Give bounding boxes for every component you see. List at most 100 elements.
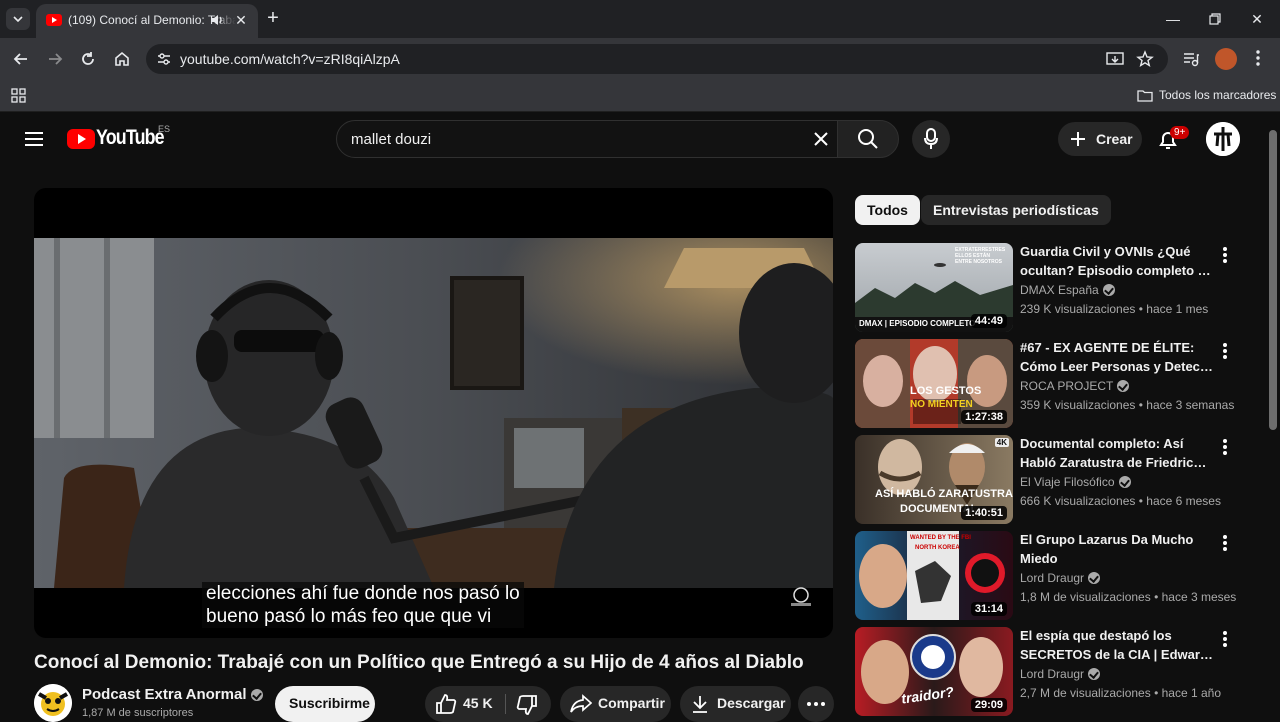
tab-close-icon[interactable]: ✕ (232, 11, 250, 29)
verified-badge-icon (1088, 668, 1101, 680)
install-app-icon[interactable] (1106, 51, 1124, 67)
video-thumbnail[interactable]: traidor? 29:09 (855, 627, 1013, 716)
more-options-icon[interactable] (1217, 437, 1233, 457)
channel-name[interactable]: Lord Draugr (1020, 571, 1101, 585)
profile-avatar[interactable] (1215, 48, 1237, 70)
close-window-button[interactable]: ✕ (1246, 8, 1268, 30)
page-scrollbar[interactable] (1266, 112, 1280, 720)
maximize-button[interactable] (1204, 8, 1226, 30)
chip-todos[interactable]: Todos (855, 195, 920, 225)
recommended-video[interactable]: traidor? 29:09 El espía que destapó los S… (855, 627, 1255, 717)
channel-name[interactable]: Podcast Extra Anormal (82, 686, 263, 703)
site-info-icon[interactable] (156, 51, 172, 67)
title-line-2[interactable]: Habló Zaratustra de Friedrich ... (1020, 453, 1214, 472)
minimize-button[interactable]: — (1162, 8, 1184, 30)
video-thumbnail[interactable]: DMAX | EPISODIO COMPLETO EXTRATERRESTRES… (855, 243, 1013, 332)
title-line-1[interactable]: El Grupo Lazarus Da Mucho (1020, 530, 1214, 549)
share-label: Compartir (598, 695, 665, 711)
more-options-icon[interactable] (1217, 341, 1233, 361)
youtube-logo-text[interactable]: YouTube (96, 126, 165, 150)
title-line-2[interactable]: Miedo (1020, 549, 1214, 568)
chip-entrevistas[interactable]: Entrevistas periodísticas (921, 195, 1111, 225)
clear-search-icon[interactable] (813, 131, 829, 147)
all-bookmarks-link[interactable]: Todos los marcadores (1159, 88, 1276, 102)
tab-search-button[interactable] (6, 8, 30, 30)
more-options-icon[interactable] (1217, 533, 1233, 553)
browser-menu-icon[interactable] (1256, 49, 1260, 67)
video-thumbnail[interactable]: WANTED BY THE FBI NORTH KOREA 31:14 (855, 531, 1013, 620)
url-text[interactable]: youtube.com/watch?v=zRI8qiAlzpA (180, 51, 400, 67)
like-count: 45 K (463, 695, 493, 711)
title-line-1[interactable]: #67 - EX AGENTE DE ÉLITE: (1020, 338, 1214, 357)
title-line-1[interactable]: Guardia Civil y OVNIs ¿Qué (1020, 242, 1214, 261)
more-options-icon[interactable] (1217, 629, 1233, 649)
video-meta: 2,7 M de visualizaciones • hace 1 año (1020, 686, 1221, 700)
bookmark-star-icon[interactable] (1136, 50, 1154, 68)
share-button[interactable]: Compartir (560, 686, 671, 722)
thumbnail-text: LOS GESTOS (910, 385, 982, 397)
search-query[interactable]: mallet douzi (351, 131, 431, 148)
download-button[interactable]: Descargar (680, 686, 791, 722)
like-button[interactable]: 45 K (425, 686, 505, 722)
recommended-video[interactable]: 4K ASÍ HABLÓ ZARATUSTRA DOCUMENTAL 1:40:… (855, 435, 1255, 525)
more-options-icon[interactable] (1217, 245, 1233, 265)
voice-search-button[interactable] (912, 120, 950, 158)
verified-badge-icon (1102, 284, 1115, 296)
channel-name-text[interactable]: Lord Draugr (1020, 667, 1084, 681)
account-avatar[interactable] (1206, 122, 1240, 156)
verified-badge-icon (1088, 572, 1101, 584)
reload-button[interactable] (77, 48, 99, 70)
video-title[interactable]: Guardia Civil y OVNIs ¿Qué ocultan? Episo… (1020, 242, 1214, 280)
channel-name[interactable]: DMAX España (1020, 283, 1115, 297)
new-tab-button[interactable]: + (262, 8, 284, 30)
channel-name-text[interactable]: ROCA PROJECT (1020, 379, 1113, 393)
media-controls-icon[interactable] (1182, 50, 1200, 68)
forward-button[interactable] (44, 48, 66, 70)
search-input[interactable]: mallet douzi (336, 120, 838, 158)
video-frame[interactable] (34, 238, 833, 588)
search-button[interactable] (837, 120, 899, 158)
recommended-video[interactable]: WANTED BY THE FBI NORTH KOREA 31:14 El G… (855, 531, 1255, 621)
thumbnail-text-2: NORTH KOREA (915, 545, 960, 551)
title-line-2[interactable]: ocultan? Episodio completo de... (1020, 261, 1214, 280)
home-button[interactable] (111, 48, 133, 70)
video-thumbnail[interactable]: 4K ASÍ HABLÓ ZARATUSTRA DOCUMENTAL 1:40:… (855, 435, 1013, 524)
video-thumbnail[interactable]: LOS GESTOS NO MIENTEN 1:27:38 (855, 339, 1013, 428)
channel-watermark-icon[interactable] (786, 586, 816, 608)
hamburger-menu-icon[interactable] (24, 131, 44, 147)
recommended-video[interactable]: DMAX | EPISODIO COMPLETO EXTRATERRESTRES… (855, 243, 1255, 333)
notification-count-badge: 9+ (1170, 126, 1190, 139)
channel-name-text[interactable]: Lord Draugr (1020, 571, 1084, 585)
title-line-2[interactable]: SECRETOS de la CIA | Edward ... (1020, 645, 1214, 664)
title-line-2[interactable]: Cómo Leer Personas y Detect... (1020, 357, 1214, 376)
create-button[interactable]: Crear (1058, 122, 1142, 156)
video-title[interactable]: #67 - EX AGENTE DE ÉLITE: Cómo Leer Perso… (1020, 338, 1214, 376)
title-line-1[interactable]: Documental completo: Así (1020, 434, 1214, 453)
subscribe-button[interactable]: Suscribirme (275, 686, 375, 722)
scrollbar-thumb[interactable] (1269, 130, 1277, 430)
channel-name-text[interactable]: DMAX España (1020, 283, 1099, 297)
video-player[interactable]: elecciones ahí fue donde nos pasó lo bue… (34, 188, 833, 638)
browser-tab-active[interactable]: (109) Conocí al Demonio: Trabajé con un … (36, 4, 258, 38)
recommended-video[interactable]: LOS GESTOS NO MIENTEN 1:27:38 #67 - EX A… (855, 339, 1255, 429)
back-button[interactable] (10, 48, 32, 70)
speaker-icon[interactable] (210, 14, 224, 26)
channel-avatar[interactable] (34, 684, 72, 722)
apps-grid-icon[interactable] (11, 88, 26, 103)
video-title[interactable]: El espía que destapó los SECRETOS de la C… (1020, 626, 1214, 664)
caption-line-2: bueno pasó lo más feo que que vi (206, 606, 492, 627)
address-bar[interactable]: youtube.com/watch?v=zRI8qiAlzpA (146, 44, 1168, 74)
channel-name[interactable]: El Viaje Filosófico (1020, 475, 1131, 489)
video-title[interactable]: El Grupo Lazarus Da Mucho Miedo (1020, 530, 1214, 568)
channel-name[interactable]: Lord Draugr (1020, 667, 1101, 681)
dislike-button[interactable] (506, 686, 551, 722)
channel-name-text[interactable]: El Viaje Filosófico (1020, 475, 1115, 489)
title-line-1[interactable]: El espía que destapó los (1020, 626, 1214, 645)
youtube-logo-icon[interactable] (67, 129, 95, 149)
more-actions-button[interactable] (798, 686, 834, 722)
account-avatar-icon (1206, 122, 1240, 156)
video-title[interactable]: Documental completo: Así Habló Zaratustra… (1020, 434, 1214, 472)
channel-name[interactable]: ROCA PROJECT (1020, 379, 1130, 393)
channel-name-text[interactable]: Podcast Extra Anormal (82, 686, 247, 703)
thumbs-down-icon (516, 695, 537, 715)
